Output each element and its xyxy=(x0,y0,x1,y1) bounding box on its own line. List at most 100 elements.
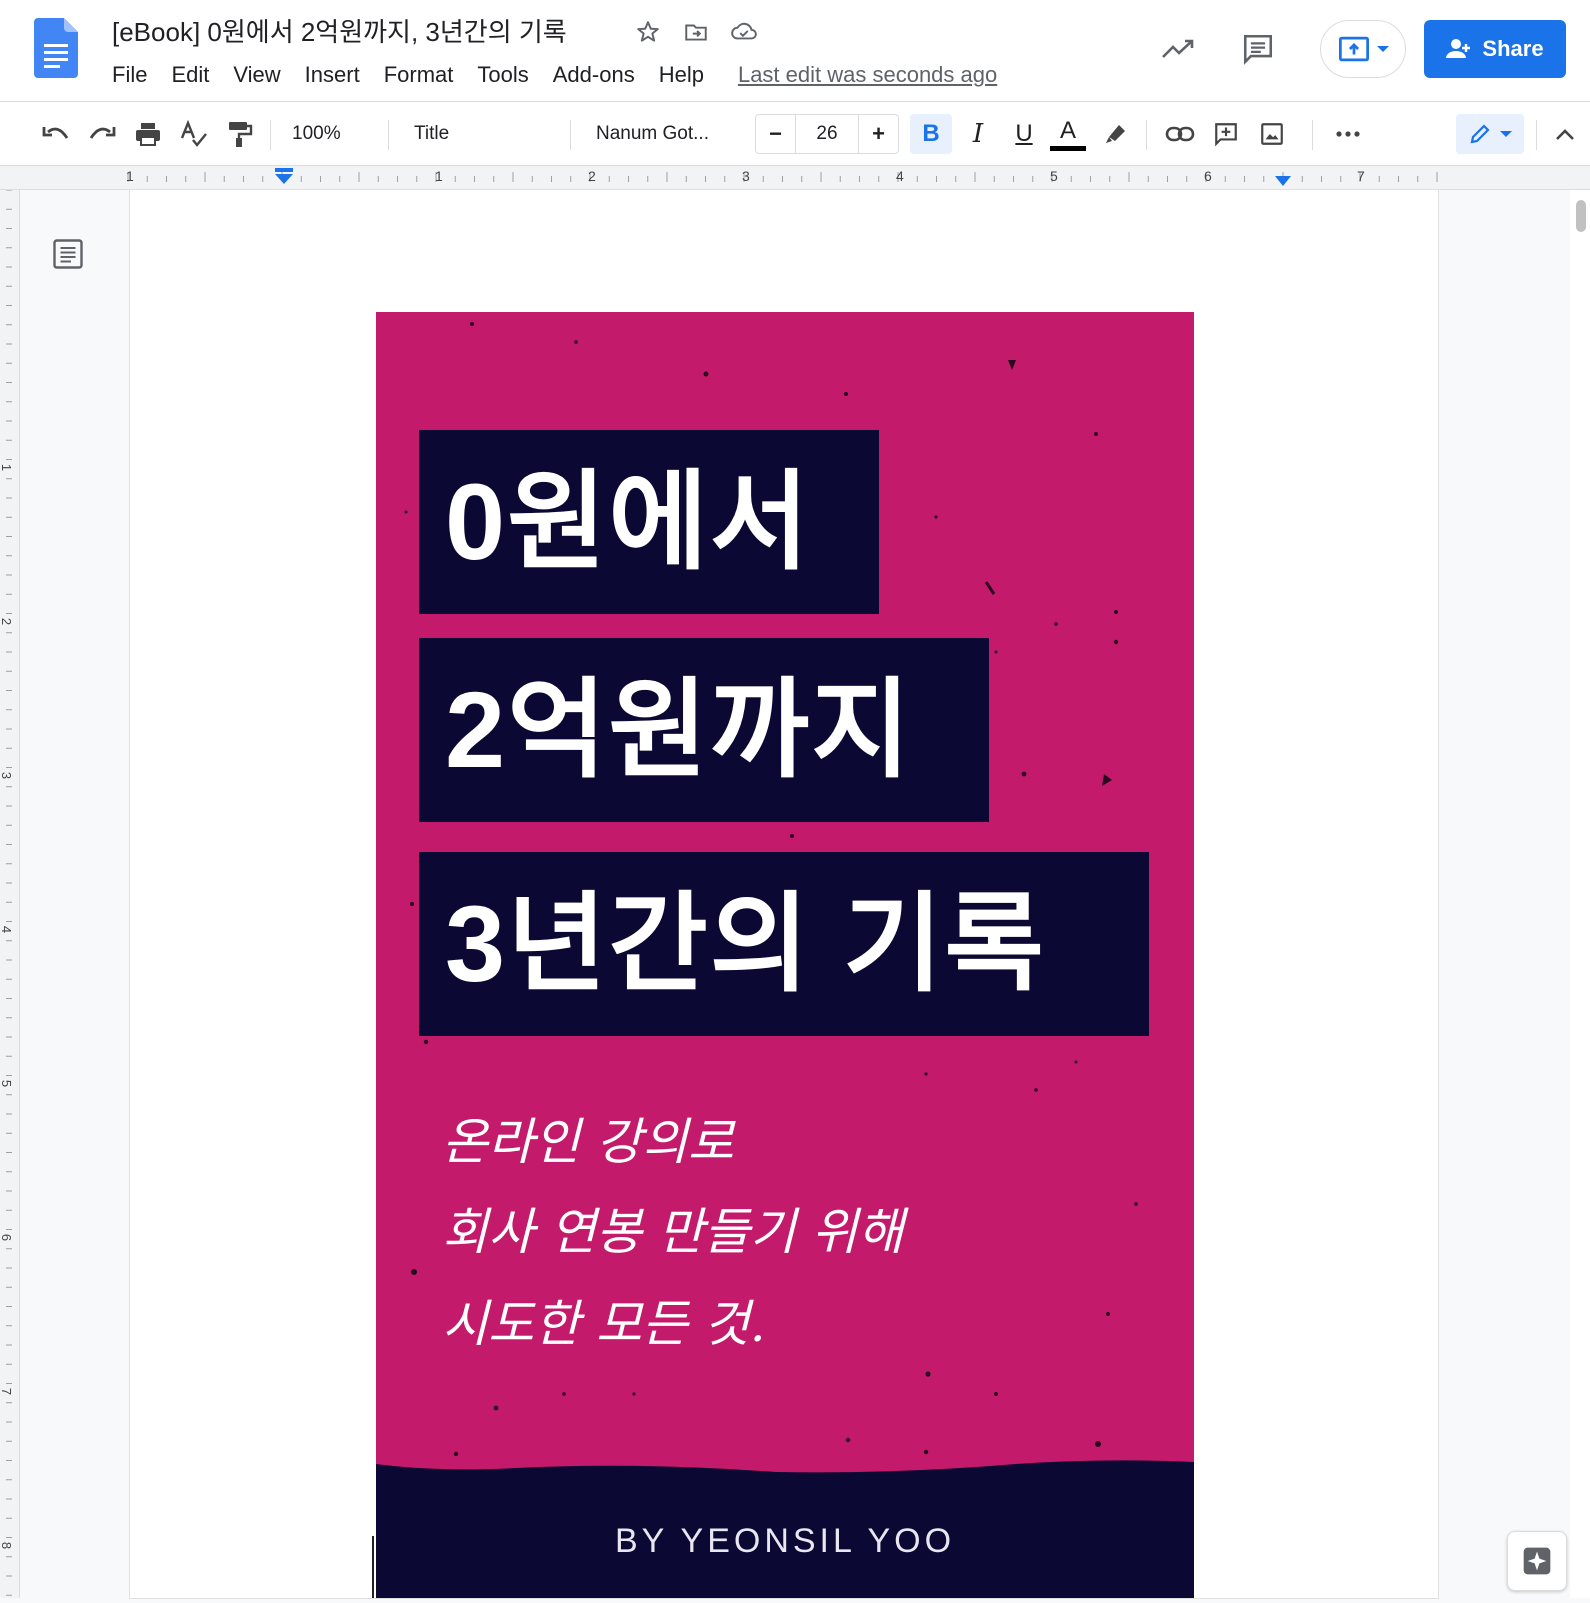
activity-dashboard-button[interactable] xyxy=(1154,25,1202,73)
redo-icon xyxy=(89,127,116,139)
ruler-label: 6 xyxy=(0,1233,15,1242)
text-color-swatch xyxy=(1050,146,1086,151)
vertical-scrollbar[interactable] xyxy=(1570,190,1590,1598)
ruler-label: 7 xyxy=(0,1387,15,1396)
cover-subtitle-line-2: 회사 연봉 만들기 위해 xyxy=(442,1203,904,1261)
document-title[interactable]: [eBook] 0원에서 2억원까지, 3년간의 기록 xyxy=(112,12,567,49)
redo-button[interactable] xyxy=(84,114,120,154)
zoom-select[interactable]: 100% xyxy=(292,114,376,154)
undo-button[interactable] xyxy=(38,114,74,154)
font-family-select[interactable]: Nanum Got... xyxy=(596,114,736,154)
header-actions: Share xyxy=(1154,20,1566,78)
activity-trend-icon xyxy=(1162,39,1194,58)
left-indent-handle[interactable] xyxy=(274,168,294,186)
toolbar-divider xyxy=(388,120,389,150)
explore-sparkle-icon xyxy=(1523,1547,1551,1575)
scrollbar-thumb[interactable] xyxy=(1576,200,1586,232)
spellcheck-icon xyxy=(180,120,207,147)
menu-view[interactable]: View xyxy=(221,58,292,92)
person-add-icon xyxy=(1446,39,1471,58)
share-label: Share xyxy=(1482,36,1544,61)
editing-mode-button[interactable] xyxy=(1456,114,1524,154)
ruler-label: 1 xyxy=(126,168,134,184)
last-edit-link[interactable]: Last edit was seconds ago xyxy=(738,58,997,92)
hide-menus-button[interactable] xyxy=(1548,114,1582,154)
ruler-label: 2 xyxy=(0,617,15,626)
horizontal-ruler-ticks xyxy=(127,172,1438,182)
outline-icon xyxy=(53,239,83,269)
toolbar-divider xyxy=(570,120,571,150)
chevron-down-icon xyxy=(1500,131,1512,137)
right-indent-handle[interactable] xyxy=(1274,174,1292,186)
cloud-saved-icon[interactable] xyxy=(728,16,760,48)
cover-subtitle-line-1: 온라인 강의로 xyxy=(442,1113,734,1171)
present-icon xyxy=(1339,36,1369,62)
share-button[interactable]: Share xyxy=(1424,20,1566,78)
comments-icon xyxy=(1243,34,1273,65)
undo-icon xyxy=(42,127,69,139)
explore-button[interactable] xyxy=(1507,1531,1567,1591)
cover-author: BY YEONSIL YOO xyxy=(614,1522,956,1560)
menu-tools[interactable]: Tools xyxy=(465,58,540,92)
ruler-label: 5 xyxy=(0,1079,15,1088)
menu-format[interactable]: Format xyxy=(372,58,466,92)
menu-edit[interactable]: Edit xyxy=(159,58,221,92)
chevron-down-icon xyxy=(1377,46,1389,52)
print-icon xyxy=(136,123,160,146)
menu-insert[interactable]: Insert xyxy=(293,58,372,92)
chevron-up-icon xyxy=(1556,129,1574,140)
decrease-font-size-button[interactable]: − xyxy=(756,115,796,153)
print-button[interactable] xyxy=(130,114,166,154)
menu-addons[interactable]: Add-ons xyxy=(541,58,647,92)
link-icon xyxy=(1165,126,1195,142)
add-comment-button[interactable] xyxy=(1206,114,1246,154)
paint-format-icon xyxy=(229,122,253,147)
ruler-label: 3 xyxy=(742,168,750,184)
pencil-icon xyxy=(1470,124,1490,144)
toolbar-divider xyxy=(1536,120,1537,150)
menu-bar: File Edit View Insert Format Tools Add-o… xyxy=(100,58,997,92)
formatting-toolbar: 100% Title Nanum Got... − 26 + B I U A xyxy=(0,102,1590,239)
ruler-label: 2 xyxy=(588,168,596,184)
vertical-ruler[interactable]: 1 2 3 4 5 6 7 8 xyxy=(0,189,20,1598)
highlight-color-button[interactable] xyxy=(1096,114,1136,154)
add-comment-icon xyxy=(1215,123,1237,147)
text-color-button[interactable]: A xyxy=(1048,114,1088,154)
insert-image-button[interactable] xyxy=(1252,114,1292,154)
ruler-label: 3 xyxy=(0,771,15,780)
paragraph-style-select[interactable]: Title xyxy=(414,114,554,154)
image-icon xyxy=(1261,123,1283,145)
bold-button[interactable]: B xyxy=(910,114,952,154)
move-to-folder-icon[interactable] xyxy=(680,16,712,48)
vertical-ruler-ticks xyxy=(6,189,12,1596)
document-outline-button[interactable] xyxy=(50,236,86,272)
cover-title-line-1: 0원에서 xyxy=(419,430,879,614)
increase-font-size-button[interactable]: + xyxy=(858,115,898,153)
more-options-button[interactable] xyxy=(1328,114,1368,154)
underline-button[interactable]: U xyxy=(1004,114,1044,154)
text-cursor xyxy=(372,1536,374,1598)
menu-help[interactable]: Help xyxy=(647,58,716,92)
font-size-input[interactable]: 26 xyxy=(796,115,858,153)
cover-title-line-3: 3년간의 기록 xyxy=(419,852,1149,1036)
present-button[interactable] xyxy=(1320,20,1406,78)
paint-format-button[interactable] xyxy=(222,114,258,154)
more-horiz-icon xyxy=(1336,131,1360,137)
zoom-value: 100% xyxy=(292,123,341,144)
horizontal-ruler[interactable]: 1 1 2 3 4 5 6 7 xyxy=(0,166,1590,190)
insert-link-button[interactable] xyxy=(1160,114,1200,154)
menu-file[interactable]: File xyxy=(100,58,159,92)
italic-button[interactable]: I xyxy=(958,114,998,154)
star-icon[interactable] xyxy=(632,16,664,48)
cover-image[interactable]: 0원에서 2억원까지 3년간의 기록 온라인 강의로 회사 연봉 만들기 위해 … xyxy=(376,312,1194,1598)
app-header: [eBook] 0원에서 2억원까지, 3년간의 기록 File Edit Vi… xyxy=(0,0,1590,102)
ruler-label: 7 xyxy=(1357,168,1365,184)
spellcheck-button[interactable] xyxy=(176,114,212,154)
comments-button[interactable] xyxy=(1234,25,1282,73)
ruler-label: 5 xyxy=(1050,168,1058,184)
ruler-label: 4 xyxy=(896,168,904,184)
toolbar-divider xyxy=(1312,120,1313,150)
paragraph-style-value: Title xyxy=(414,123,450,144)
docs-logo-icon[interactable] xyxy=(34,18,78,78)
text-color-label: A xyxy=(1059,117,1076,144)
